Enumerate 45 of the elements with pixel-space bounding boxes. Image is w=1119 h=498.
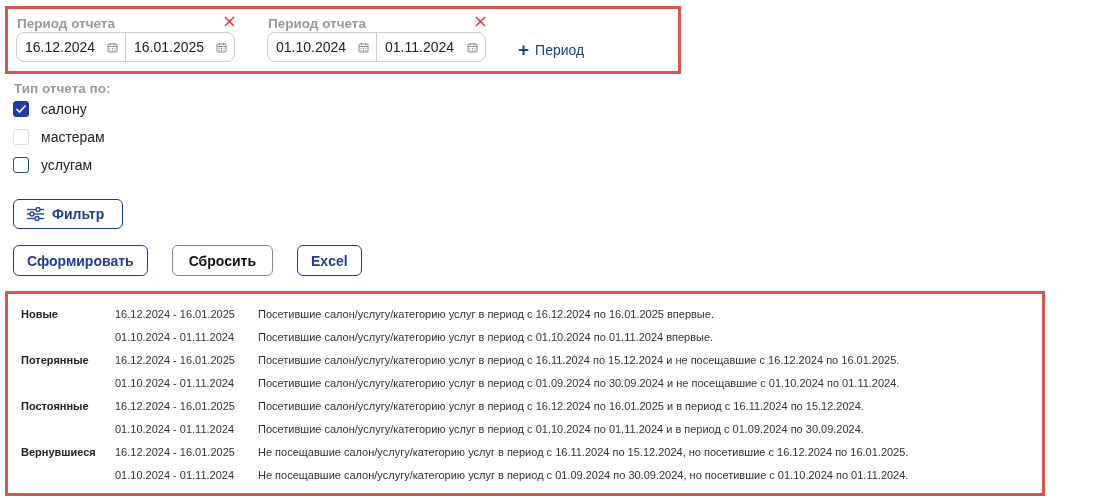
date-value: 16.12.2024: [25, 39, 96, 55]
description-text: Не посещавшие салон/услугу/категорию услуг в период с 16.11.2024 по 15.12.2024, но посетившие с 16.12.2024 по 16.01.2025.: [258, 445, 910, 460]
section-label: Тип отчета по:: [14, 81, 111, 96]
date-range-field[interactable]: 16.12.2024 16.01.2025: [16, 32, 235, 62]
period-text: 01.10.2024 - 01.11.2024: [115, 468, 236, 483]
category-label: Постоянные: [21, 399, 90, 414]
sliders-icon: [27, 207, 44, 221]
description-text: Не посещавшие салон/услугу/категорию услуг в период с 01.09.2024 по 30.09.2024, но посетившие с 01.10.2024 по 01.11.2024.: [258, 468, 910, 483]
checkbox[interactable]: [13, 157, 29, 173]
filter-button[interactable]: Фильтр: [13, 199, 123, 229]
calendar-icon[interactable]: [358, 41, 369, 53]
checkbox[interactable]: [13, 101, 29, 117]
description-text: Посетившие салон/услугу/категорию услуг в период с 16.11.2024 по 15.12.2024 и не посещавшие с 16.12.2024 по 16.01.2025.: [258, 353, 901, 368]
calendar-icon[interactable]: [467, 41, 478, 53]
action-button[interactable]: Сбросить: [171, 245, 273, 276]
action-button[interactable]: Сформировать: [13, 245, 148, 276]
action-button[interactable]: Excel: [297, 245, 362, 276]
date-value: 16.01.2025: [134, 39, 205, 55]
period-text: 16.12.2024 - 16.01.2025: [115, 445, 236, 460]
period-text: 01.10.2024 - 01.11.2024: [115, 330, 236, 345]
checkbox-label[interactable]: услугам: [41, 157, 93, 173]
description-text: Посетившие салон/услугу/категорию услуг в период с 01.10.2024 по 01.11.2024 впервые.: [258, 330, 715, 345]
description-text: Посетившие салон/услугу/категорию услуг в период с 01.09.2024 по 30.09.2024 и не посещавшие с 01.10.2024 по 01.11.2024.: [258, 376, 901, 391]
calendar-icon[interactable]: [216, 41, 227, 53]
date-value: 01.11.2024: [385, 39, 455, 55]
category-label: Потерянные: [21, 353, 90, 368]
field-label: Период отчета: [267, 16, 366, 31]
close-icon[interactable]: [475, 16, 486, 27]
category-label: Новые: [21, 307, 59, 322]
description-text: Посетившие салон/услугу/категорию услуг в период с 16.12.2024 по 16.01.2025 и в период с 16.11.2024 по 15.12.2024.: [258, 399, 865, 414]
date-value: 01.10.2024: [276, 39, 347, 55]
close-icon[interactable]: [224, 16, 235, 27]
period-text: 01.10.2024 - 01.11.2024: [115, 422, 236, 437]
description-text: Посетившие салон/услугу/категорию услуг в период с 16.12.2024 по 16.01.2025 впервые.: [258, 307, 715, 322]
add-period-button[interactable]: + Период: [518, 42, 585, 58]
period-text: 16.12.2024 - 16.01.2025: [115, 399, 236, 414]
period-text: 16.12.2024 - 16.01.2025: [115, 353, 236, 368]
field-label: Период отчета: [16, 16, 115, 31]
date-range-field[interactable]: 01.10.2024 01.11.2024: [267, 32, 486, 62]
period-text: 16.12.2024 - 16.01.2025: [115, 307, 236, 322]
category-label: Вернувшиеся: [21, 445, 97, 460]
calendar-icon[interactable]: [107, 41, 118, 53]
description-text: Посетившие салон/услугу/категорию услуг в период с 01.10.2024 по 01.11.2024 и в период с 01.09.2024 по 30.09.2024.: [258, 422, 865, 437]
period-text: 01.10.2024 - 01.11.2024: [115, 376, 236, 391]
checkbox-label[interactable]: салону: [41, 101, 87, 117]
